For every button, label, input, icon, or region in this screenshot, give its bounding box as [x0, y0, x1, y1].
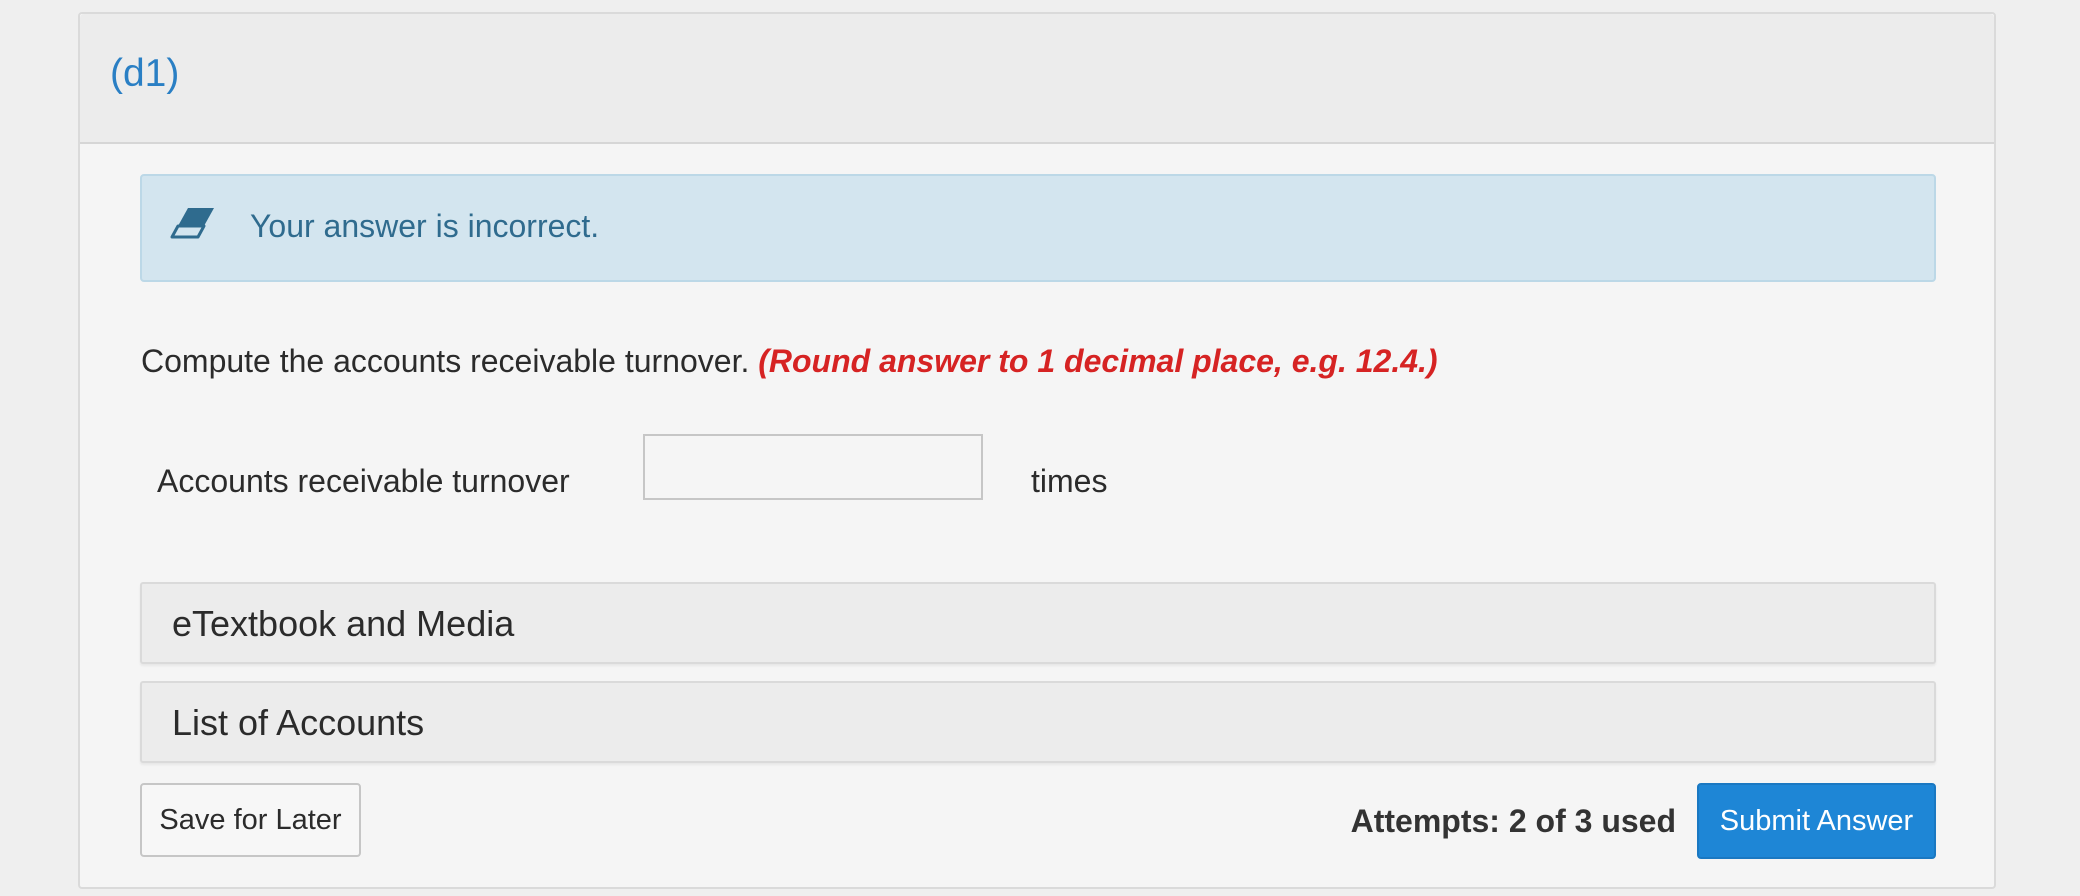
eraser-icon [170, 206, 218, 246]
list-of-accounts-label: List of Accounts [172, 702, 425, 743]
attempts-counter: Attempts: 2 of 3 used [1350, 803, 1676, 839]
save-for-later-button[interactable]: Save for Later [140, 783, 361, 857]
part-title: (d1) [110, 52, 180, 95]
question-panel: (d1) Your answer is incorrect. Compute t… [78, 12, 1996, 889]
panel-header: (d1) [80, 14, 1994, 144]
answer-unit: times [1031, 463, 1108, 499]
answer-input[interactable] [643, 434, 983, 500]
feedback-alert: Your answer is incorrect. [140, 174, 1936, 282]
etextbook-media-label: eTextbook and Media [172, 603, 515, 644]
question-text: Compute the accounts receivable turnover… [141, 345, 1438, 377]
rounding-hint: (Round answer to 1 decimal place, e.g. 1… [758, 343, 1438, 379]
answer-label: Accounts receivable turnover [157, 463, 570, 499]
question-prompt: Compute the accounts receivable turnover… [141, 343, 750, 379]
submit-answer-button[interactable]: Submit Answer [1697, 783, 1936, 859]
feedback-message: Your answer is incorrect. [250, 208, 600, 244]
list-of-accounts-section[interactable]: List of Accounts [140, 681, 1936, 763]
etextbook-media-section[interactable]: eTextbook and Media [140, 582, 1936, 664]
